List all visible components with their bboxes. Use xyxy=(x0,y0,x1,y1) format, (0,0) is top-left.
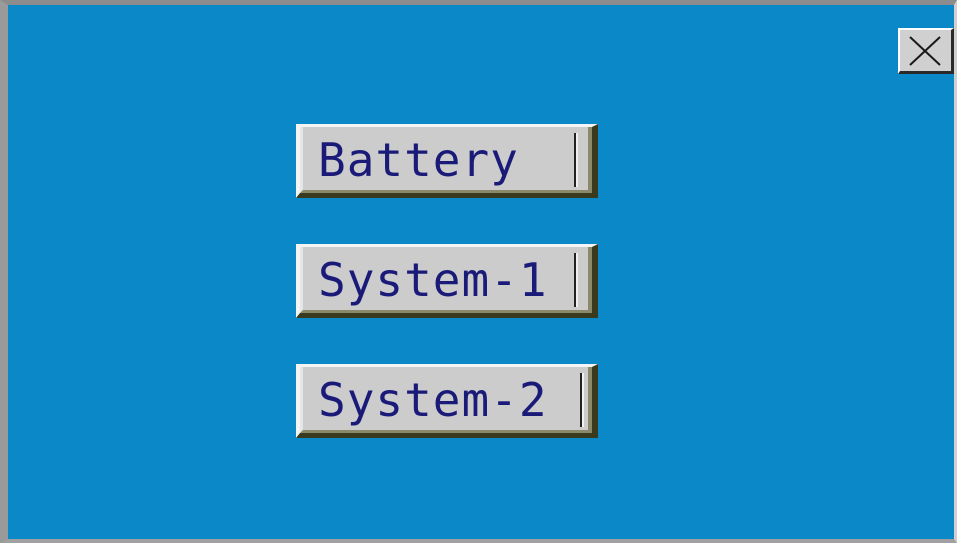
close-icon xyxy=(909,36,941,66)
button-separator xyxy=(574,253,576,307)
system-1-button-label: System-1 xyxy=(318,253,548,307)
battery-button[interactable]: Battery xyxy=(296,124,598,198)
battery-button-label: Battery xyxy=(318,133,519,187)
system-2-button[interactable]: System-2 xyxy=(296,364,598,438)
menu-panel: Battery System-1 System-2 xyxy=(0,0,957,543)
close-button[interactable] xyxy=(898,28,954,74)
system-1-button[interactable]: System-1 xyxy=(296,244,598,318)
button-separator xyxy=(580,373,582,427)
button-separator xyxy=(574,133,576,187)
system-2-button-label: System-2 xyxy=(318,373,548,427)
